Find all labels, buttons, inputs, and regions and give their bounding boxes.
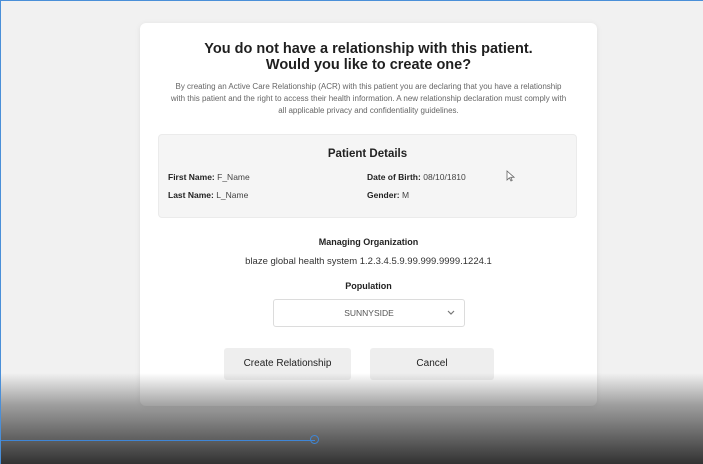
date-of-birth-field: Date of Birth: 08/10/1810 xyxy=(367,172,466,182)
cancel-button[interactable]: Cancel xyxy=(370,348,494,380)
first-name-field: First Name: F_Name xyxy=(168,172,250,182)
video-progress-bar[interactable] xyxy=(1,440,315,441)
patient-details-title: Patient Details xyxy=(327,148,408,160)
chevron-down-icon xyxy=(447,306,455,322)
population-label: Population xyxy=(345,281,392,291)
create-relationship-dialog: You do not have a relationship with this… xyxy=(140,23,597,406)
screen: You do not have a relationship with this… xyxy=(0,0,703,464)
last-name-field: Last Name: L_Name xyxy=(168,190,248,200)
gender-value: M xyxy=(401,190,410,200)
gender-field: Gender: M xyxy=(367,190,409,200)
video-progress-handle[interactable] xyxy=(310,435,319,444)
managing-organization-label: Managing Organization xyxy=(318,237,419,247)
date-of-birth-label: Date of Birth: xyxy=(367,172,421,182)
gender-label: Gender: xyxy=(367,190,400,200)
managing-organization-value: blaze global health system 1.2.3.4.5.9.9… xyxy=(245,256,492,267)
date-of-birth-value: 08/10/1810 xyxy=(423,172,466,182)
first-name-value: F_Name xyxy=(217,172,250,182)
population-selected-value: SUNNYSIDE xyxy=(344,308,394,318)
last-name-value: L_Name xyxy=(216,190,249,200)
dialog-title: You do not have a relationship with this… xyxy=(140,41,597,73)
dialog-description: By creating an Active Care Relationship … xyxy=(170,82,567,115)
population-select[interactable]: SUNNYSIDE xyxy=(273,299,465,327)
mouse-pointer-icon xyxy=(506,169,516,187)
dialog-title-line-2: Would you like to create one? xyxy=(265,57,472,73)
last-name-label: Last Name: xyxy=(168,190,214,200)
first-name-label: First Name: xyxy=(168,172,215,182)
dialog-title-line-1: You do not have a relationship with this… xyxy=(204,41,533,57)
create-relationship-button[interactable]: Create Relationship xyxy=(224,348,351,380)
